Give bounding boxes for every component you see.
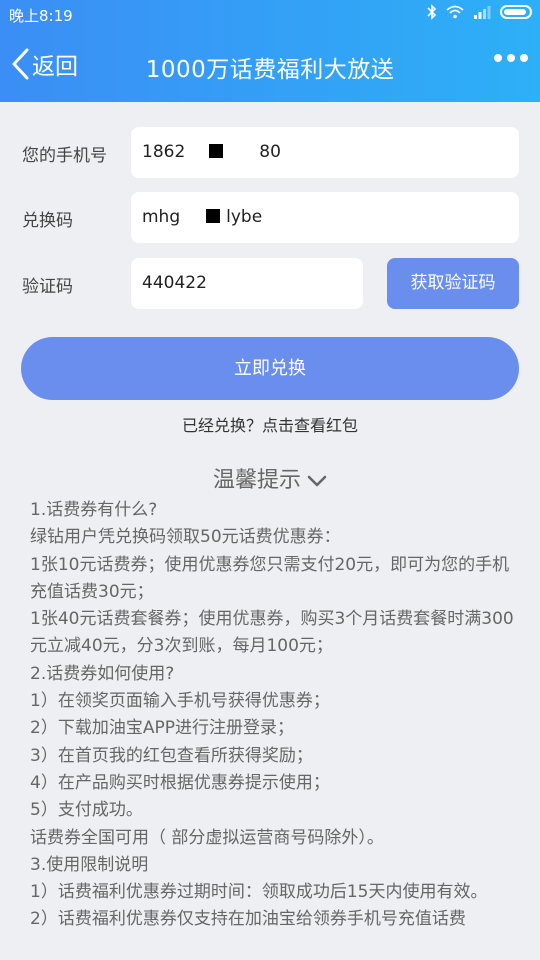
page-title: 1000万话费福利大放送 xyxy=(145,57,395,83)
bluetooth-icon xyxy=(427,4,437,20)
redaction-gap xyxy=(223,143,259,157)
phone-value-suffix: 80 xyxy=(259,142,281,162)
more-dot-icon xyxy=(520,54,528,62)
tip-line: 3.使用限制说明 xyxy=(30,854,149,875)
tips-toggle[interactable]: 温馨提示 xyxy=(0,462,540,494)
battery-icon xyxy=(500,5,532,19)
status-time: 晚上8:19 xyxy=(9,7,73,25)
tip-line: 5）支付成功。 xyxy=(30,800,143,821)
get-verify-code-button[interactable]: 获取验证码 xyxy=(387,258,519,309)
redaction-block xyxy=(206,209,221,223)
code-value-suffix: lybe xyxy=(226,207,263,227)
chevron-down-icon xyxy=(307,475,327,487)
tip-line: 1张10元话费券；使用优惠券您只需支付20元，即可为您的手机充值话费30元； xyxy=(30,554,510,602)
signal-icon xyxy=(474,6,491,19)
tip-line: 2）话费福利优惠券仅支持在加油宝给领券手机号充值话费 xyxy=(30,909,466,930)
exchange-now-button[interactable]: 立即兑换 xyxy=(21,337,519,400)
tip-line: 4）在产品购买时根据优惠券提示使用； xyxy=(30,772,330,793)
verify-code-label: 验证码 xyxy=(22,277,73,297)
tip-line: 1）话费福利优惠券过期时间：领取成功后15天内使用有效。 xyxy=(30,882,488,903)
redeem-code-input[interactable]: mhg lybe xyxy=(131,192,519,243)
navigation-bar: 返回 1000万话费福利大放送 xyxy=(0,28,540,102)
more-dot-icon xyxy=(494,54,502,62)
tip-line: 1.话费券有什么? xyxy=(30,500,158,520)
phone-value-prefix: 1862 xyxy=(142,142,186,162)
tips-content: 1.话费券有什么? 绿钻用户凭兑换码领取50元话费优惠券： 1张10元话费券；使… xyxy=(30,497,514,934)
top-app-bar: 晚上8:19 返回 1000万话费福利大放送 xyxy=(0,0,540,102)
status-bar: 晚上8:19 xyxy=(0,0,540,28)
tips-title: 温馨提示 xyxy=(212,468,301,493)
redaction-block xyxy=(209,144,224,158)
redaction-gap xyxy=(180,208,206,222)
more-options-button[interactable] xyxy=(494,54,528,62)
phone-label: 您的手机号 xyxy=(22,146,107,166)
view-red-packet-link[interactable]: 已经兑换？点击查看红包 xyxy=(0,412,540,436)
redaction-gap xyxy=(185,143,209,157)
code-value-prefix: mhg xyxy=(142,207,181,227)
wifi-icon xyxy=(446,5,464,19)
status-icons xyxy=(427,4,532,20)
more-dot-icon xyxy=(507,54,515,62)
tip-line: 绿钻用户凭兑换码领取50元话费优惠券： xyxy=(30,527,341,548)
tip-line: 2.话费券如何使用? xyxy=(30,663,175,684)
tip-line: 2）下载加油宝APP进行注册登录； xyxy=(30,718,294,739)
verify-code-input[interactable]: 440422 xyxy=(131,258,363,309)
tip-line: 3）在首页我的红包查看所获得奖励； xyxy=(30,745,313,766)
tip-line: 1）在领奖页面输入手机号获得优惠券； xyxy=(30,691,330,712)
tip-line: 话费券全国可用（ 部分虚拟运营商号码除外）。 xyxy=(30,827,384,848)
tip-line: 1张40元话费套餐券；使用优惠券，购买3个月话费套餐时满300元立减40元，分3… xyxy=(30,609,514,657)
redeem-code-label: 兑换码 xyxy=(22,211,73,231)
phone-input[interactable]: 1862 80 xyxy=(131,127,519,178)
